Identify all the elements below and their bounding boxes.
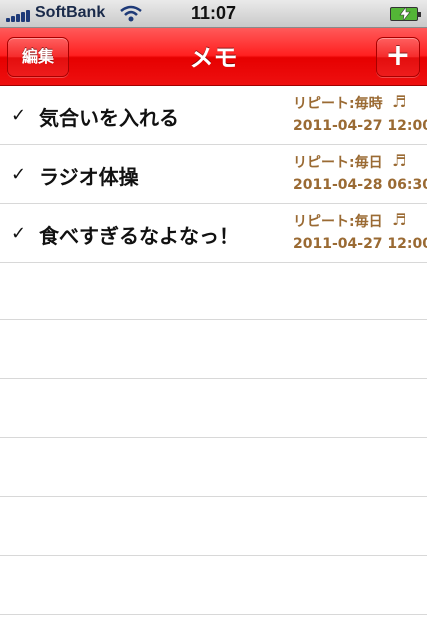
- navigation-bar: 編集 メモ +: [0, 28, 427, 86]
- row-separator: [0, 378, 427, 379]
- music-note-icon: ♬: [392, 151, 407, 170]
- charging-bolt-icon: [399, 7, 411, 21]
- add-memo-button[interactable]: +: [376, 37, 420, 77]
- memo-datetime: 2011-04-28 06:30: [293, 177, 427, 193]
- row-separator: [0, 555, 427, 556]
- memo-title: 気合いを入れる: [39, 106, 179, 130]
- memo-datetime: 2011-04-27 12:00: [293, 236, 427, 252]
- memo-title: 食べすぎるなよなっ！: [39, 224, 239, 248]
- repeat-label: リピート:毎日: [293, 155, 383, 171]
- status-bar: SoftBank 11:07: [0, 0, 427, 28]
- status-time: 11:07: [190, 3, 237, 23]
- list-item[interactable]: ✓ ラジオ体操 リピート:毎日 ♬ 2011-04-28 06:30: [0, 145, 427, 204]
- repeat-label: リピート:毎日: [293, 214, 383, 230]
- memo-list: ✓ 気合いを入れる リピート:毎時 ♬ 2011-04-27 12:00 ✓ ラ…: [0, 86, 427, 640]
- list-item[interactable]: ✓ 食べすぎるなよなっ！ リピート:毎日 ♬ 2011-04-27 12:00: [0, 204, 427, 263]
- repeat-label: リピート:毎時: [293, 96, 383, 112]
- checkmark-icon: ✓: [11, 223, 27, 244]
- row-separator: [0, 437, 427, 438]
- music-note-icon: ♬: [392, 92, 407, 111]
- checkmark-icon: ✓: [11, 164, 27, 185]
- memo-title: ラジオ体操: [39, 165, 139, 189]
- page-title: メモ: [189, 44, 238, 72]
- battery-icon: [390, 7, 421, 21]
- memo-datetime: 2011-04-27 12:00: [293, 118, 427, 134]
- music-note-icon: ♬: [392, 210, 407, 229]
- row-separator: [0, 614, 427, 615]
- row-separator: [0, 319, 427, 320]
- row-separator: [0, 496, 427, 497]
- list-item[interactable]: ✓ 気合いを入れる リピート:毎時 ♬ 2011-04-27 12:00: [0, 86, 427, 145]
- checkmark-icon: ✓: [11, 105, 27, 126]
